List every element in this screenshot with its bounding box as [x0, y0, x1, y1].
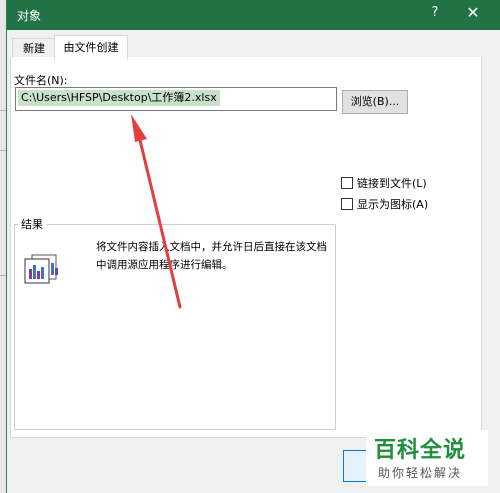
- tab-create-from-file[interactable]: 由文件创建: [54, 35, 128, 60]
- help-button[interactable]: ?: [427, 5, 443, 25]
- watermark-subtitle: 助你轻松解决: [378, 466, 463, 480]
- filename-field[interactable]: C:\Users\HFSP\Desktop\工作簿2.xlsx: [15, 87, 337, 111]
- ok-button[interactable]: [343, 450, 368, 482]
- checkbox-icon[interactable]: [341, 177, 353, 189]
- browse-button[interactable]: 浏览(B)...: [342, 90, 408, 114]
- result-legend: 结果: [18, 216, 46, 232]
- watermark: 百科全说 助你轻松解决: [366, 430, 488, 486]
- display-as-icon-label: 显示为图标(A): [357, 198, 429, 211]
- title-bar: 对象 ? ✕: [7, 0, 500, 30]
- link-to-file-label: 链接到文件(L): [357, 177, 427, 190]
- close-button[interactable]: ✕: [463, 3, 483, 25]
- link-to-file-checkbox[interactable]: 链接到文件(L): [341, 175, 427, 191]
- filename-value[interactable]: C:\Users\HFSP\Desktop\工作簿2.xlsx: [18, 90, 220, 106]
- filename-label: 文件名(N):: [14, 74, 68, 87]
- tab-new[interactable]: 新建: [12, 38, 56, 59]
- result-description: 将文件内容插入文档中，并允许日后直接在该文档中调用源应用程序进行编辑。: [96, 241, 327, 271]
- display-as-icon-checkbox[interactable]: 显示为图标(A): [341, 196, 428, 212]
- checkbox-icon[interactable]: [341, 198, 353, 210]
- dialog-title: 对象: [17, 9, 42, 23]
- embedded-object-icon: [24, 254, 58, 284]
- watermark-title: 百科全说: [374, 438, 467, 463]
